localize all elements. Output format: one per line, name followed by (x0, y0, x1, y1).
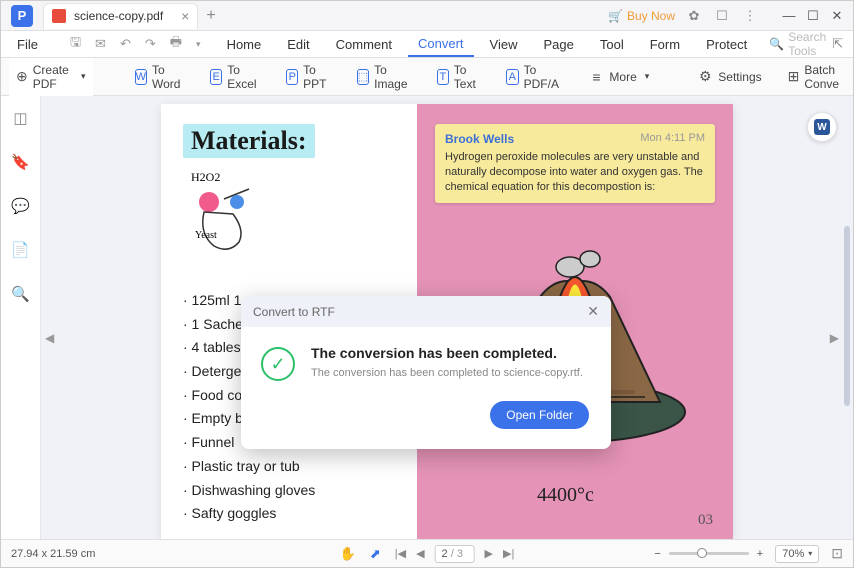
next-doc-icon[interactable]: ▶ (830, 331, 839, 345)
vertical-scrollbar[interactable] (844, 226, 850, 406)
note-time: Mon 4:11 PM (640, 132, 705, 146)
close-window-button[interactable]: ✕ (825, 2, 849, 30)
convert-dialog: Convert to RTF ✕ ✓ The conversion has be… (241, 296, 611, 449)
pdfa-icon: A (506, 69, 519, 85)
tab-name: science-copy.pdf (74, 9, 163, 23)
to-pdfa-button[interactable]: ATo PDF/A (500, 59, 568, 95)
pdf-icon (52, 9, 66, 23)
statusbar: 27.94 x 21.59 cm ✋ ⬈ |◀ ◀ 2 / 3 ▶ ▶| − +… (1, 539, 853, 567)
mail-icon[interactable]: ✉ (91, 36, 110, 52)
gift-icon[interactable]: ✿ (685, 8, 703, 24)
menu-edit[interactable]: Edit (277, 33, 319, 56)
redo-icon[interactable]: ↷ (141, 36, 160, 52)
ppt-icon: P (286, 69, 298, 85)
more-button[interactable]: ≡More▾ (582, 65, 655, 89)
page-dimensions: 27.94 x 21.59 cm (11, 548, 95, 560)
menu-home[interactable]: Home (217, 33, 272, 56)
text-icon: T (437, 69, 449, 85)
word-icon: W (814, 119, 830, 135)
list-item: · Dishwashing gloves (183, 480, 397, 502)
h2o2-label: H2O2 (191, 170, 220, 185)
menu-page[interactable]: Page (534, 33, 584, 56)
buy-now-button[interactable]: 🛒 Buy Now (608, 9, 675, 23)
save-icon[interactable]: 🖫 (66, 33, 85, 55)
convert-toolbar: ⊕ Create PDF▾ WTo Word ETo Excel PTo PPT… (1, 58, 853, 96)
page-navigation: |◀ ◀ 2 / 3 ▶ ▶| (395, 545, 515, 563)
document-tab[interactable]: science-copy.pdf × (43, 3, 198, 29)
create-pdf-button[interactable]: ⊕ Create PDF▾ (9, 58, 93, 96)
to-word-button[interactable]: WTo Word (129, 59, 190, 95)
last-page-button[interactable]: ▶| (503, 547, 514, 560)
to-ppt-button[interactable]: PTo PPT (280, 59, 336, 95)
to-text-button[interactable]: TTo Text (431, 59, 486, 95)
print-icon[interactable]: 🖶 (166, 33, 186, 55)
word-icon: W (135, 69, 147, 85)
prev-page-button[interactable]: ◀ (416, 547, 424, 560)
search-tools-input[interactable]: 🔍 Search Tools (769, 30, 826, 58)
page-number-field[interactable]: 2 / 3 (435, 545, 475, 563)
share-icon[interactable]: ⇱ (832, 36, 843, 52)
zoom-in-button[interactable]: + (757, 548, 763, 560)
dialog-heading: The conversion has been completed. (311, 345, 583, 361)
menu-protect[interactable]: Protect (696, 33, 757, 56)
more-icon: ≡ (588, 69, 604, 85)
menu-form[interactable]: Form (640, 33, 690, 56)
workspace: ◫ 🔖 💬 📄 🔍 ◀ Materials: H2O2 Yeast (1, 96, 853, 539)
notification-icon[interactable]: ☐ (713, 8, 731, 24)
left-sidebar: ◫ 🔖 💬 📄 🔍 (1, 96, 41, 539)
flask-drawing: H2O2 Yeast (183, 170, 397, 246)
zoom-slider[interactable]: − + (654, 548, 763, 560)
note-body: Hydrogen peroxide molecules are very uns… (445, 150, 705, 195)
dialog-message: The conversion has been completed to sci… (311, 367, 583, 379)
zoom-percent-field[interactable]: 70% ▾ (775, 545, 819, 563)
dialog-close-button[interactable]: ✕ (587, 303, 599, 320)
temperature-label: 4400°c (537, 484, 594, 507)
menu-view[interactable]: View (480, 33, 528, 56)
menu-kebab-icon[interactable]: ⋮ (741, 8, 759, 24)
word-export-badge[interactable]: W (807, 112, 837, 142)
list-item: · Safty goggles (183, 503, 397, 525)
excel-icon: E (210, 69, 222, 85)
search-icon[interactable]: 🔍 (11, 284, 31, 304)
note-author: Brook Wells (445, 132, 514, 146)
settings-button[interactable]: ⚙Settings (691, 65, 767, 89)
fit-page-icon[interactable]: ⊡ (831, 545, 843, 562)
to-excel-button[interactable]: ETo Excel (204, 59, 266, 95)
materials-heading: Materials: (183, 124, 315, 158)
batch-convert-button[interactable]: ⊞Batch Conve (782, 59, 850, 95)
menubar: File 🖫 ✉ ↶ ↷ 🖶 ▾ Home Edit Comment Conve… (1, 31, 853, 58)
select-tool-icon[interactable]: ⬈ (370, 546, 381, 562)
zoom-out-button[interactable]: − (654, 548, 660, 560)
to-image-button[interactable]: ⬚To Image (351, 59, 417, 95)
thumbnails-icon[interactable]: ◫ (11, 108, 31, 128)
menu-convert[interactable]: Convert (408, 32, 474, 57)
app-icon: P (11, 5, 33, 27)
success-check-icon: ✓ (261, 347, 295, 381)
gear-icon: ⚙ (697, 69, 713, 85)
comments-icon[interactable]: 💬 (11, 196, 31, 216)
attachments-icon[interactable]: 📄 (11, 240, 31, 260)
bookmarks-icon[interactable]: 🔖 (11, 152, 31, 172)
page-number: 03 (698, 512, 713, 529)
menu-tool[interactable]: Tool (590, 33, 634, 56)
batch-icon: ⊞ (788, 69, 800, 85)
dialog-title: Convert to RTF (253, 305, 335, 319)
new-tab-button[interactable]: + (206, 7, 215, 25)
first-page-button[interactable]: |◀ (395, 547, 406, 560)
hand-tool-icon[interactable]: ✋ (340, 546, 356, 562)
plus-icon: ⊕ (16, 69, 28, 85)
file-menu[interactable]: File (9, 35, 46, 54)
comment-note[interactable]: Brook Wells Mon 4:11 PM Hydrogen peroxid… (435, 124, 715, 203)
print-dropdown-icon[interactable]: ▾ (192, 39, 205, 50)
list-item: · Plastic tray or tub (183, 456, 397, 478)
undo-icon[interactable]: ↶ (116, 36, 135, 52)
minimize-button[interactable]: — (777, 2, 801, 30)
menu-comment[interactable]: Comment (326, 33, 402, 56)
image-icon: ⬚ (357, 69, 369, 85)
next-page-button[interactable]: ▶ (485, 547, 493, 560)
titlebar: P science-copy.pdf × + 🛒 Buy Now ✿ ☐ ⋮ —… (1, 1, 853, 31)
close-tab-icon[interactable]: × (181, 8, 189, 24)
open-folder-button[interactable]: Open Folder (490, 401, 589, 429)
maximize-button[interactable]: ☐ (801, 2, 825, 30)
